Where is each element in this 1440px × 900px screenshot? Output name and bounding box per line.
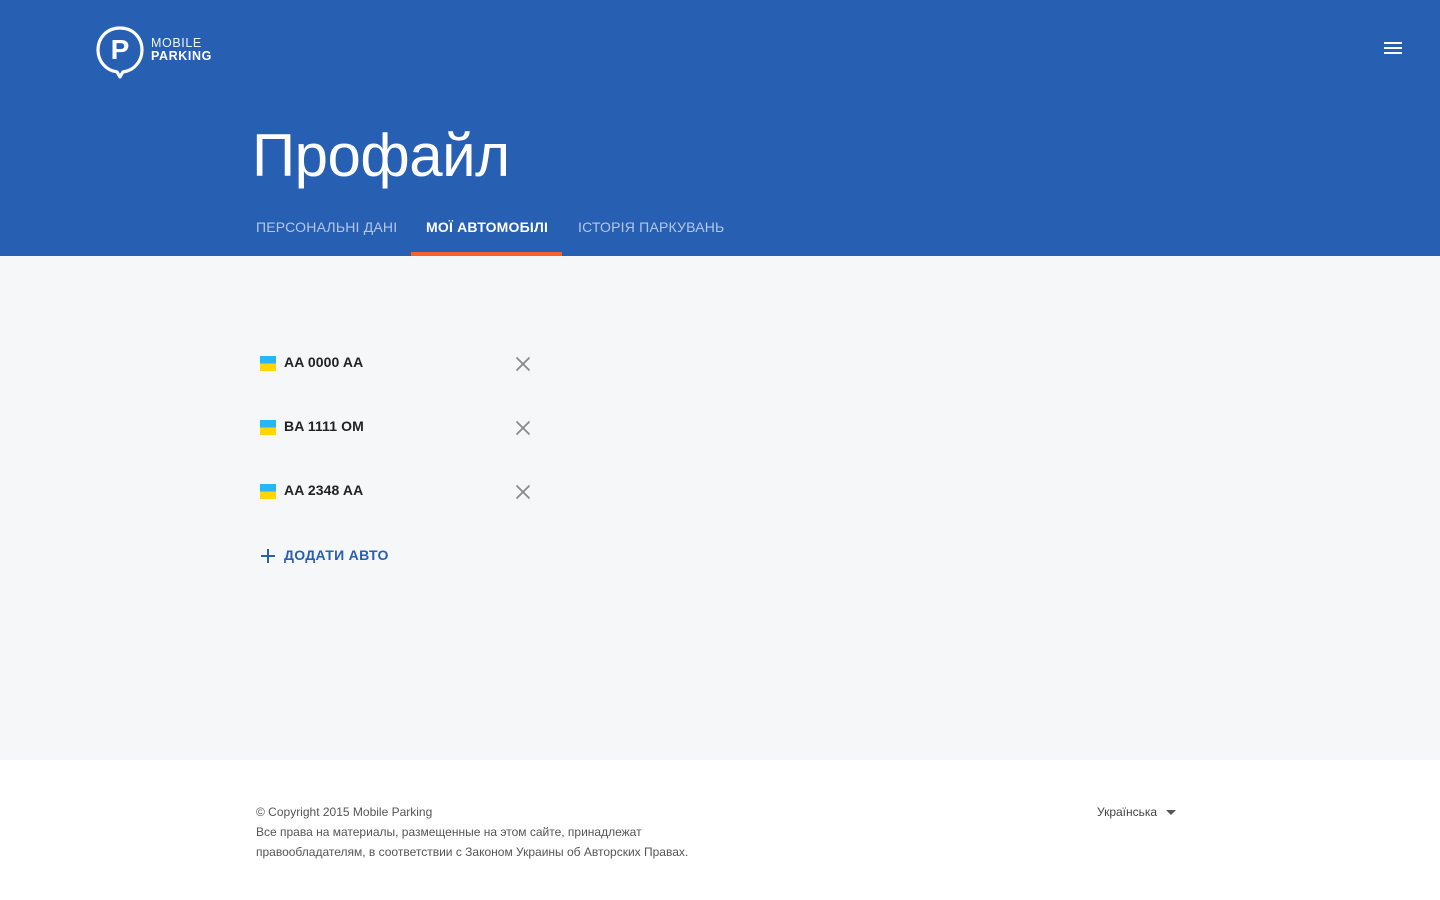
brand-name: MOBILE PARKING xyxy=(151,37,212,63)
tab-parking-history[interactable]: ІСТОРІЯ ПАРКУВАНЬ xyxy=(578,204,724,256)
close-icon[interactable] xyxy=(513,418,533,438)
ukraine-flag-icon xyxy=(260,356,276,371)
add-car-label: ДОДАТИ АВТО xyxy=(284,547,389,563)
svg-text:P: P xyxy=(111,34,130,65)
ukraine-flag-icon xyxy=(260,420,276,435)
brand-line2: PARKING xyxy=(151,49,212,63)
car-item: BA 1111 OM xyxy=(256,411,546,443)
chevron-down-icon xyxy=(1166,810,1177,816)
profile-tabs: ПЕРСОНАЛЬНІ ДАНІ МОЇ АВТОМОБІЛІ ІСТОРІЯ … xyxy=(0,204,1440,256)
header: P MOBILE PARKING Профайл ПЕРСОНАЛЬНІ ДАН… xyxy=(0,0,1440,256)
ukraine-flag-icon xyxy=(260,484,276,499)
brand-line1: MOBILE xyxy=(151,36,202,50)
close-icon[interactable] xyxy=(513,354,533,374)
copyright-text: © Copyright 2015 Mobile Parking xyxy=(256,805,433,819)
rights-text: Все права на материалы, размещенные на э… xyxy=(256,825,689,859)
close-icon[interactable] xyxy=(513,482,533,502)
page-title: Профайл xyxy=(252,122,510,189)
language-select[interactable]: Українська xyxy=(1097,802,1177,822)
tab-my-cars[interactable]: МОЇ АВТОМОБІЛІ xyxy=(426,204,548,256)
parking-pin-icon: P xyxy=(96,26,144,79)
car-plate: BA 1111 OM xyxy=(284,418,364,434)
car-item: AA 0000 AA xyxy=(256,347,546,379)
plus-icon xyxy=(261,549,275,563)
language-label: Українська xyxy=(1097,805,1158,819)
cars-section xyxy=(0,256,1440,760)
car-plate: AA 2348 AA xyxy=(284,482,364,498)
add-car-button[interactable]: ДОДАТИ АВТО xyxy=(256,544,406,568)
car-plate: AA 0000 AA xyxy=(284,354,364,370)
hamburger-icon[interactable] xyxy=(1378,34,1408,62)
footer: © Copyright 2015 Mobile Parking Все прав… xyxy=(0,760,1440,900)
car-item: AA 2348 AA xyxy=(256,475,546,507)
brand-logo[interactable]: P MOBILE PARKING xyxy=(96,26,226,80)
tab-personal-data[interactable]: ПЕРСОНАЛЬНІ ДАНІ xyxy=(256,204,397,256)
